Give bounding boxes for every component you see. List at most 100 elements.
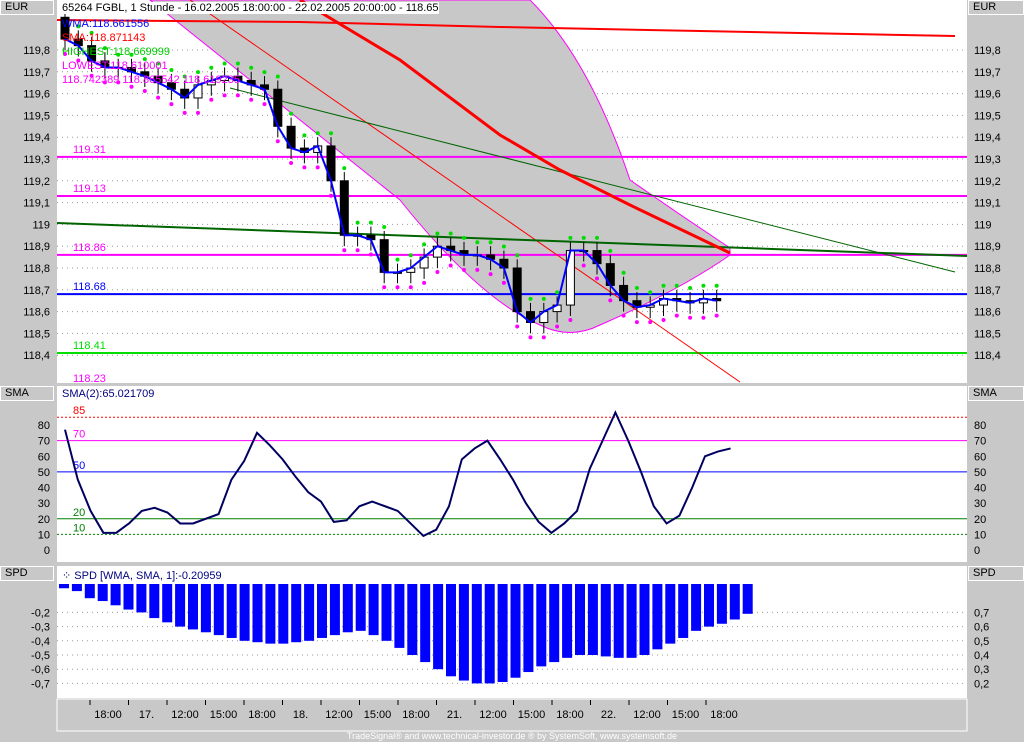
lowest-dot [142, 89, 147, 94]
spd-bar [484, 584, 495, 684]
spd-bar [97, 584, 108, 602]
lowest-dot [555, 324, 560, 329]
spd-bar [562, 584, 573, 658]
spd-bar [317, 584, 327, 638]
lowest-dot [621, 313, 626, 318]
lowest-dot [541, 335, 546, 340]
y-tick-label-right: 119,6 [974, 89, 1001, 101]
y-tick-label-right: 119,8 [974, 45, 1001, 57]
lowest-dot [408, 285, 413, 290]
highest-dot [395, 257, 400, 262]
y-tick-label-right: 119,5 [974, 110, 1001, 122]
highest-dot [501, 244, 506, 249]
lowest-dot [382, 285, 387, 290]
y-tick-label-left: 118,5 [23, 328, 50, 340]
spd-bar [84, 584, 95, 599]
y-tick-label-right: 118,6 [974, 307, 1001, 319]
y-tick-label-right: 0,6 [974, 622, 989, 634]
highest-dot [448, 231, 453, 236]
legend-bands: 118.742389 118.865542 118.619235 [62, 74, 241, 86]
y-tick-label-left: 0 [44, 545, 50, 557]
highest-dot [355, 220, 360, 225]
lowest-dot [448, 263, 453, 268]
spd-title: ⁘ SPD [WMA, SMA, 1]:-0.20959 [62, 569, 222, 582]
y-tick-label-left: 118,6 [23, 307, 50, 319]
level-label: 119.13 [73, 183, 106, 195]
lowest-dot [342, 248, 347, 253]
footer-credit: TradeSignal® and www.technical-investor.… [346, 731, 678, 741]
spd-bar [639, 584, 650, 655]
highest-dot [555, 290, 560, 295]
y-tick-label-right: 0,4 [974, 650, 989, 662]
highest-dot [621, 270, 626, 275]
level-label: 118.41 [73, 340, 106, 352]
highest-dot [315, 131, 320, 136]
spd-bar [536, 584, 547, 667]
spd-bar [200, 584, 211, 633]
y-tick-label-left: 70 [38, 436, 50, 448]
highest-dot [595, 235, 599, 240]
lowest-dot [462, 267, 466, 272]
lowest-dot [501, 280, 506, 285]
highest-dot [714, 283, 719, 288]
highest-dot [262, 70, 267, 75]
lowest-dot [169, 102, 174, 107]
lowest-dot [714, 313, 719, 318]
x-tick-label: 22. [601, 709, 616, 721]
spd-bar [394, 584, 405, 648]
lowest-dot [235, 93, 240, 98]
x-tick-label: 12:00 [325, 709, 353, 721]
highest-dot [634, 285, 639, 290]
y-tick-label-right: 119,2 [974, 176, 1001, 188]
highest-dot [568, 235, 573, 240]
highest-dot [475, 240, 480, 245]
y-tick-label-left: -0,2 [31, 607, 50, 619]
y-tick-label-right: 0,2 [974, 678, 989, 690]
x-tick-label: 12:00 [633, 709, 661, 721]
y-tick-label-left: 119,1 [23, 198, 50, 210]
spd-bar [110, 584, 121, 606]
spd-bar [59, 584, 69, 589]
level-label: 118.68 [73, 281, 106, 293]
lowest-dot [648, 320, 653, 325]
level-label: 85 [73, 405, 85, 417]
lowest-dot [275, 139, 280, 144]
highest-dot [408, 253, 413, 258]
lowest-dot [688, 315, 693, 320]
lowest-dot [222, 93, 227, 98]
x-tick-label: 17. [139, 709, 154, 721]
lowest-dot [608, 298, 613, 303]
lowest-dot [289, 161, 294, 165]
highest-dot [462, 235, 466, 240]
chart-canvas[interactable]: 119,8 119,8 119,7 119,7 119,6 119,6 119,5 119,5… [0, 0, 1024, 742]
y-tick-label-right: 119,3 [974, 154, 1001, 166]
lowest-dot [488, 272, 493, 277]
spd-bar [716, 584, 727, 624]
highest-dot [342, 166, 347, 171]
lowest-dot [329, 193, 333, 198]
highest-dot [275, 74, 280, 79]
level-label: 119.31 [73, 144, 106, 156]
y-tick-label-right: 119 [974, 219, 992, 231]
y-tick-label-right: 30 [974, 498, 986, 510]
y-tick-label-right: 118,8 [974, 263, 1001, 275]
highest-dot [422, 242, 427, 247]
lowest-dot [581, 263, 586, 268]
spd-bar [549, 584, 560, 663]
y-tick-label-left: 118,7 [23, 285, 50, 297]
y-tick-label-right: 80 [974, 420, 986, 432]
lowest-dot [196, 110, 200, 115]
x-tick-label: 18:00 [556, 709, 584, 721]
x-tick-label: 15:00 [364, 709, 392, 721]
level-label: 10 [73, 522, 85, 534]
spd-bar [368, 584, 379, 636]
spd-bar [420, 584, 431, 663]
y-tick-label-left: 119,3 [23, 154, 50, 166]
y-tick-label-right: 119,7 [974, 67, 1001, 79]
spd-bar [252, 584, 263, 643]
lowest-dot [315, 165, 320, 170]
spd-icon: ⁘ [62, 570, 75, 582]
lowest-dot [262, 102, 267, 107]
lowest-dot [422, 280, 427, 285]
y-tick-label-left: 20 [38, 514, 50, 526]
